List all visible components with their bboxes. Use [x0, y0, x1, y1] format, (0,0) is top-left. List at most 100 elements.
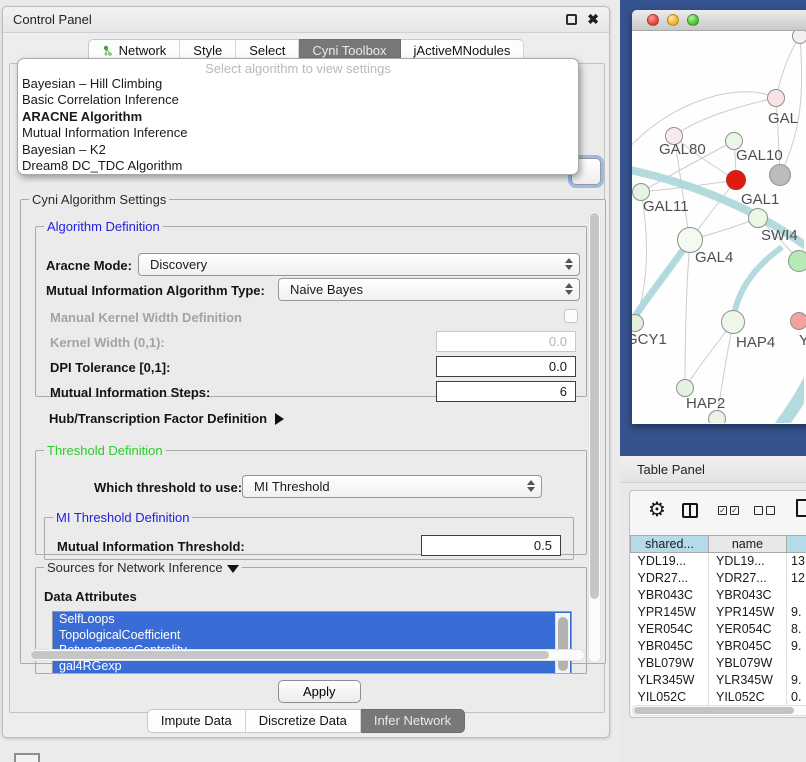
hide-columns-icon[interactable] — [754, 506, 775, 515]
list-scrollbar-thumb[interactable] — [558, 617, 568, 671]
table-row[interactable]: YIL052CYIL052C0. — [631, 689, 806, 706]
network-node[interactable] — [748, 208, 768, 228]
settings-horizontal-scrollbar — [29, 649, 585, 661]
panel-title: Control Panel — [13, 12, 92, 27]
data-attributes-list: SelfLoops TopologicalCoefficient Between… — [52, 611, 572, 674]
algorithm-definition-group: Algorithm Definition Aracne Mode: Discov… — [35, 219, 587, 397]
column-header-partial[interactable]: A — [787, 536, 806, 553]
mi-algorithm-type-label: Mutual Information Algorithm Type: — [46, 283, 265, 298]
node-label: Y — [799, 332, 806, 349]
mi-steps-label: Mutual Information Steps: — [50, 385, 210, 400]
node-label: HAP4 — [736, 334, 775, 351]
node-label: GCY1 — [632, 331, 667, 348]
gear-icon[interactable]: ⚙ — [648, 500, 666, 520]
dpi-tolerance-input[interactable]: 0.0 — [436, 356, 576, 377]
node-label: HAP2 — [686, 395, 725, 412]
network-window-titlebar — [632, 10, 806, 31]
dropdown-item-selected[interactable]: ARACNE Algorithm — [18, 109, 578, 125]
node-label: GAL — [768, 110, 798, 127]
network-icon — [102, 45, 114, 57]
settings-vscroll-thumb[interactable] — [590, 213, 599, 599]
algorithm-dropdown-popup: Select algorithm to view settings Bayesi… — [17, 58, 579, 175]
document-icon[interactable] — [796, 499, 806, 517]
kernel-width-input[interactable]: 0.0 — [436, 331, 576, 352]
network-node[interactable] — [767, 89, 785, 107]
hub-definition-expander[interactable]: Hub/Transcription Factor Definition — [49, 411, 284, 426]
table-hscroll-thumb[interactable] — [634, 707, 794, 714]
control-panel-titlebar: Control Panel ✖ — [3, 7, 609, 33]
table-row[interactable]: YER054CYER054C8. — [631, 621, 806, 638]
close-icon[interactable]: ✖ — [587, 14, 599, 25]
list-item[interactable]: TopologicalCoefficient — [53, 628, 571, 644]
expanded-arrow-icon — [227, 565, 239, 573]
sources-title[interactable]: Sources for Network Inference — [44, 560, 242, 575]
split-columns-icon[interactable] — [682, 503, 698, 518]
which-threshold-combobox[interactable]: MI Threshold — [242, 475, 542, 498]
column-header-shared-name[interactable]: shared... — [631, 536, 709, 553]
collapsed-arrow-icon — [275, 413, 284, 425]
algorithm-definition-title: Algorithm Definition — [44, 219, 163, 234]
network-canvas[interactable]: GAL GAL80 GAL10 GAL1 SWI4 GAL11 GAL4 GCY… — [632, 31, 806, 423]
settings-vertical-scrollbar — [588, 211, 601, 663]
node-label: GAL4 — [695, 249, 733, 266]
table-row[interactable]: YBR045CYBR045C9. — [631, 638, 806, 655]
mi-threshold-group: MI Threshold Definition Mutual Informati… — [44, 510, 574, 560]
close-traffic-light-icon[interactable] — [647, 14, 659, 26]
node-label: SWI4 — [761, 227, 798, 244]
show-columns-icon[interactable]: ✓✓ — [718, 506, 739, 515]
table-panel-titlebar: Table Panel — [620, 456, 806, 483]
settings-group-title: Cyni Algorithm Settings — [29, 192, 169, 207]
node-label: GAL80 — [659, 141, 706, 158]
table-row[interactable]: YDR27...YDR27...12 — [631, 570, 806, 587]
zoom-traffic-light-icon[interactable] — [687, 14, 699, 26]
minimize-traffic-light-icon[interactable] — [667, 14, 679, 26]
tab-discretize-data[interactable]: Discretize Data — [246, 709, 361, 733]
table-panel-region: Table Panel ⚙ ✓✓ shared... name A YDL19.… — [620, 456, 806, 762]
node-table: shared... name A YDL19...YDL19...13 YDR2… — [630, 535, 806, 706]
table-row[interactable]: YPR145WYPR145W9. — [631, 604, 806, 621]
threshold-definition-group: Threshold Definition Which threshold to … — [35, 443, 587, 555]
aracne-mode-label: Aracne Mode: — [46, 258, 132, 273]
mi-steps-input[interactable]: 6 — [436, 381, 576, 402]
dropdown-item[interactable]: Basic Correlation Inference — [18, 92, 578, 108]
cyni-mode-tabs: Impute Data Discretize Data Infer Networ… — [3, 709, 609, 733]
network-node[interactable] — [790, 312, 806, 330]
table-row[interactable]: YBL079WYBL079W — [631, 655, 806, 672]
dropdown-item[interactable]: Dream8 DC_TDC Algorithm — [18, 158, 578, 174]
threshold-definition-title: Threshold Definition — [44, 443, 166, 458]
network-node[interactable] — [721, 310, 745, 334]
combo-spinner-icon — [527, 480, 535, 492]
apply-button[interactable]: Apply — [278, 680, 361, 703]
mi-threshold-label: Mutual Information Threshold: — [57, 539, 245, 554]
network-node[interactable] — [792, 31, 806, 44]
float-window-icon[interactable] — [566, 14, 577, 25]
dropdown-placeholder: Select algorithm to view settings — [18, 61, 578, 76]
manual-kernel-width-checkbox[interactable] — [564, 309, 578, 323]
node-label: GAL11 — [643, 198, 689, 215]
dropdown-item[interactable]: Bayesian – K2 — [18, 142, 578, 158]
mi-algorithm-type-combobox[interactable]: Naive Bayes — [278, 278, 580, 301]
manual-kernel-width-label: Manual Kernel Width Definition — [50, 310, 242, 325]
control-panel-window: Control Panel ✖ Network Style Select Cyn… — [2, 6, 610, 738]
table-row[interactable]: YDL19...YDL19...13 — [631, 553, 806, 570]
aracne-mode-combobox[interactable]: Discovery — [138, 253, 580, 276]
dropdown-item[interactable]: Mutual Information Inference — [18, 125, 578, 141]
list-item[interactable]: gal4RGexp — [53, 659, 571, 674]
desktop-background: GAL GAL80 GAL10 GAL1 SWI4 GAL11 GAL4 GCY… — [620, 0, 806, 456]
settings-hscroll-thumb[interactable] — [31, 651, 549, 659]
network-node[interactable] — [788, 250, 806, 272]
column-header-name[interactable]: name — [709, 536, 787, 553]
tab-infer-network[interactable]: Infer Network — [361, 709, 465, 733]
network-node[interactable] — [769, 164, 791, 186]
kernel-width-label: Kernel Width (0,1): — [50, 335, 165, 350]
network-node-selected[interactable] — [726, 170, 746, 190]
mi-threshold-input[interactable]: 0.5 — [421, 535, 561, 556]
combo-spinner-icon — [565, 283, 573, 295]
dropdown-item[interactable]: Bayesian – Hill Climbing — [18, 76, 578, 92]
docked-panel-icon[interactable] — [14, 753, 40, 762]
table-row[interactable]: YBR043CYBR043C — [631, 587, 806, 604]
list-item[interactable]: SelfLoops — [53, 612, 571, 628]
tab-impute-data[interactable]: Impute Data — [147, 709, 246, 733]
table-row[interactable]: YLR345WYLR345W9. — [631, 672, 806, 689]
table-horizontal-scrollbar — [632, 705, 806, 716]
